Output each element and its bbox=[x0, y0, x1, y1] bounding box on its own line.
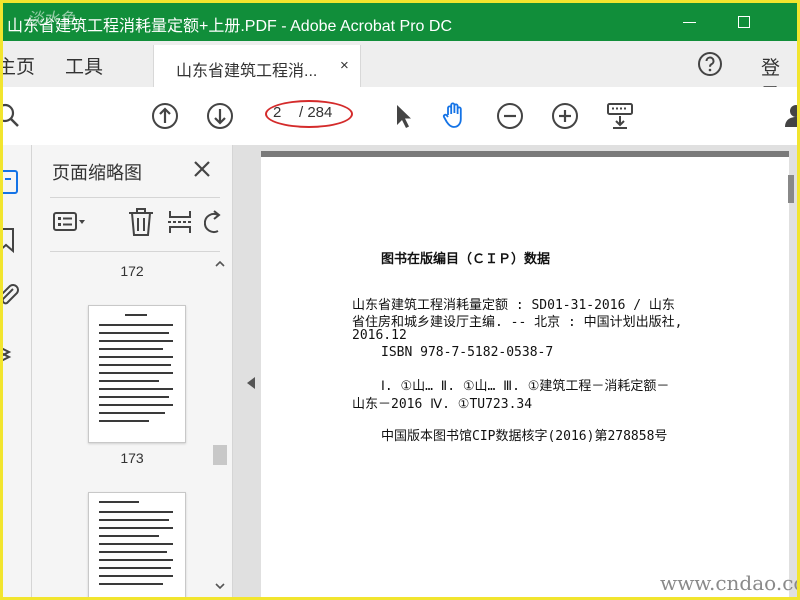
thumbnail-text-line bbox=[99, 372, 173, 374]
thumbnail-text-line bbox=[99, 527, 173, 529]
cip-line: ISBN 978-7-5182-0538-7 bbox=[381, 345, 554, 360]
scroll-thumb[interactable] bbox=[213, 445, 227, 465]
zoom-out-icon[interactable] bbox=[495, 101, 525, 131]
thumbnail-text-line bbox=[99, 388, 173, 390]
panel-title: 页面缩略图 bbox=[52, 163, 142, 183]
document-tab-label: 山东省建筑工程消... bbox=[176, 63, 318, 80]
thumbnail-text-line bbox=[125, 314, 147, 316]
cip-line: 2016.12 bbox=[352, 328, 407, 343]
thumbnail-text-line bbox=[99, 412, 165, 414]
thumbnail-text-line bbox=[99, 519, 169, 521]
thumbnail-text-line bbox=[99, 396, 169, 398]
select-cursor-icon[interactable] bbox=[388, 101, 418, 131]
thumbnail-text-line bbox=[99, 356, 173, 358]
page-thumbnails-icon[interactable] bbox=[3, 167, 27, 197]
thumbnail-text-line bbox=[99, 364, 171, 366]
thumbnail-text-line bbox=[99, 420, 149, 422]
thumbnail-text-line bbox=[99, 332, 169, 334]
collapse-panel-icon[interactable] bbox=[247, 377, 255, 389]
minimize-button[interactable] bbox=[677, 9, 703, 35]
tab-document[interactable]: 山东省建筑工程消... × bbox=[153, 45, 361, 88]
bookmarks-icon[interactable] bbox=[3, 225, 27, 255]
scroll-down-icon[interactable] bbox=[215, 581, 225, 591]
watermark-bottom-right: www.cndao.com bbox=[660, 571, 797, 595]
thumbnail-text-line bbox=[99, 551, 167, 553]
tab-bar: 主页 工具 山东省建筑工程消... × 登录 bbox=[3, 41, 797, 106]
keyboard-icon[interactable] bbox=[605, 101, 635, 131]
cip-line: 中国版本图书馆CIP数据核字(2016)第278858号 bbox=[381, 429, 668, 444]
cip-title: 图书在版编目（ＣＩＰ）数据 bbox=[381, 252, 551, 267]
thumbnail-text-line bbox=[99, 543, 173, 545]
scroll-up-icon[interactable] bbox=[215, 259, 225, 269]
tab-home[interactable]: 主页 bbox=[3, 52, 35, 79]
delete-page-icon[interactable] bbox=[124, 207, 158, 237]
cip-line: Ⅰ. ①山… Ⅱ. ①山… Ⅲ. ①建筑工程－消耗定额－ bbox=[381, 379, 670, 394]
previous-page-icon[interactable] bbox=[150, 101, 180, 131]
cip-line: 山东－2016 Ⅳ. ①TU723.34 bbox=[352, 397, 533, 412]
page-thumbnail[interactable] bbox=[88, 492, 186, 597]
divider bbox=[50, 251, 220, 252]
insert-page-icon[interactable] bbox=[164, 207, 198, 237]
thumbnail-text-line bbox=[99, 583, 163, 585]
layers-icon[interactable] bbox=[3, 337, 27, 367]
next-page-icon[interactable] bbox=[205, 101, 235, 131]
divider bbox=[50, 197, 220, 198]
watermark-top-left: 淡水鱼 bbox=[27, 11, 76, 28]
page-number-field[interactable]: 2 / 284 bbox=[265, 100, 353, 128]
document-scroll-thumb[interactable] bbox=[788, 175, 794, 203]
thumbnail-scrollbar[interactable] bbox=[212, 255, 228, 597]
thumbnail-options-icon[interactable] bbox=[52, 207, 86, 237]
acrobat-window: 山东省建筑工程消耗量定额+上册.PDF - Adobe Acrobat Pro … bbox=[3, 3, 797, 597]
maximize-button[interactable] bbox=[731, 9, 757, 35]
document-area: 图书在版编目（ＣＩＰ）数据 山东省建筑工程消耗量定额 : SD01-31-201… bbox=[233, 145, 797, 597]
thumbnail-text-line bbox=[99, 567, 171, 569]
thumbnail-text-line bbox=[99, 348, 163, 350]
close-tab-icon[interactable]: × bbox=[340, 57, 349, 74]
navigation-rail bbox=[3, 145, 32, 597]
profile-icon[interactable] bbox=[781, 101, 797, 131]
toolbar: 2 / 284 bbox=[3, 87, 797, 146]
thumbnail-text-line bbox=[99, 511, 173, 513]
pdf-page: 图书在版编目（ＣＩＰ）数据 山东省建筑工程消耗量定额 : SD01-31-201… bbox=[261, 151, 789, 597]
thumbnail-text-line bbox=[99, 380, 159, 382]
close-panel-icon[interactable] bbox=[192, 159, 212, 179]
thumbnail-text-line bbox=[99, 404, 173, 406]
page-thumbnails-panel: 页面缩略图 172 173 bbox=[32, 145, 233, 597]
thumbnail-text-line bbox=[99, 324, 173, 326]
tab-tools[interactable]: 工具 bbox=[65, 52, 103, 79]
thumbnail-label: 172 bbox=[120, 263, 144, 279]
thumbnail-text-line bbox=[99, 501, 139, 503]
thumbnail-text-line bbox=[99, 575, 173, 577]
attachments-icon[interactable] bbox=[3, 281, 27, 311]
title-bar: 山东省建筑工程消耗量定额+上册.PDF - Adobe Acrobat Pro … bbox=[3, 3, 797, 41]
help-icon[interactable] bbox=[697, 51, 723, 77]
highlight-ellipse bbox=[265, 100, 353, 128]
search-icon[interactable] bbox=[3, 101, 25, 131]
thumbnail-label: 173 bbox=[120, 450, 144, 466]
hand-tool-icon[interactable] bbox=[440, 100, 470, 130]
page-thumbnail[interactable] bbox=[88, 305, 186, 443]
zoom-in-icon[interactable] bbox=[550, 101, 580, 131]
thumbnail-text-line bbox=[99, 559, 173, 561]
thumbnail-text-line bbox=[99, 340, 173, 342]
thumbnail-text-line bbox=[99, 535, 159, 537]
